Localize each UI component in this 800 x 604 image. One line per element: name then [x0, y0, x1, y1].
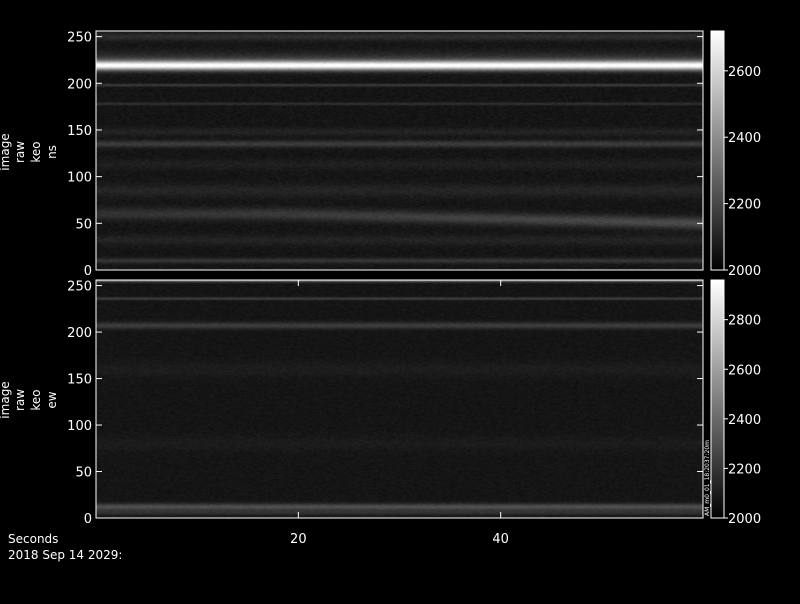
y-tick-label: 200	[67, 326, 92, 341]
keogram-image-ew	[96, 280, 703, 518]
colorbar-ticks-ns: 2000 2200 2400 2600	[724, 65, 761, 279]
x-tick-label: 40	[492, 532, 509, 547]
keogram-page: 0 50 100 150 200 250 image raw keo ns 2000 220…	[0, 0, 800, 600]
y-tick-label: 100	[67, 419, 92, 434]
y-tick-label: 0	[84, 512, 92, 527]
y-label-line: ns	[45, 145, 59, 159]
colorbar-ns: 2000 2200 2400 2600	[710, 30, 761, 279]
y-tick-label: 50	[75, 217, 92, 232]
y-label-line: ew	[45, 391, 59, 408]
keogram-image-ns	[96, 31, 703, 270]
y-axis-label-ew: image raw keo ew	[0, 381, 59, 418]
colorbar-tick-label: 2600	[728, 363, 761, 378]
y-tick-label: 250	[67, 31, 92, 46]
keogram-panel-ns: 0 50 100 150 200 250 image raw keo ns 2000 220…	[0, 30, 761, 279]
x-axis-label: Seconds	[8, 532, 58, 546]
colorbar-tick-label: 2400	[728, 413, 761, 428]
y-label-line: keo	[29, 389, 43, 410]
colorbar-tick-label: 2400	[728, 131, 761, 146]
y-tick-label: 250	[67, 280, 92, 295]
y-tick-label: 50	[75, 466, 92, 481]
y-tick-label: 0	[84, 264, 92, 279]
colorbar-tick-label: 2200	[728, 198, 761, 213]
y-label-line: image	[0, 133, 12, 170]
colorbar-gradient-ew	[710, 279, 725, 519]
colorbar-tick-label: 2200	[728, 462, 761, 477]
y-tick-label: 150	[67, 124, 92, 139]
keogram-figure: 050100150200250 image raw keo ns 2000220…	[0, 30, 761, 562]
y-label-line: raw	[13, 389, 27, 411]
date-label: 2018 Sep 14 2029:	[8, 548, 122, 562]
x-tick-label: 20	[290, 532, 307, 547]
colorbar-tick-label: 2000	[728, 512, 761, 527]
y-tick-label: 150	[67, 373, 92, 388]
y-axis-label-ns: image raw keo ns	[0, 133, 59, 170]
colorbar-ticks-ew: 2000 2200 2400 2600 2800	[724, 314, 761, 527]
colorbar-tick-label: 2000	[728, 264, 761, 279]
y-label-line: image	[0, 381, 12, 418]
side-label: AM_m0_01_18:2037:20m	[704, 440, 711, 516]
y-tick-label: 200	[67, 77, 92, 92]
y-label-line: raw	[13, 141, 27, 163]
colorbar-ew: 2000 2200 2400 2600 2800	[710, 279, 761, 527]
colorbar-tick-label: 2600	[728, 65, 761, 80]
y-tick-label: 100	[67, 171, 92, 186]
y-label-line: keo	[29, 141, 43, 162]
colorbar-tick-label: 2800	[728, 314, 761, 329]
keogram-panel-ew: 0 50 100 150 200 250 20 40 image raw keo ew AM…	[0, 279, 761, 547]
colorbar-gradient-ns	[710, 30, 725, 271]
